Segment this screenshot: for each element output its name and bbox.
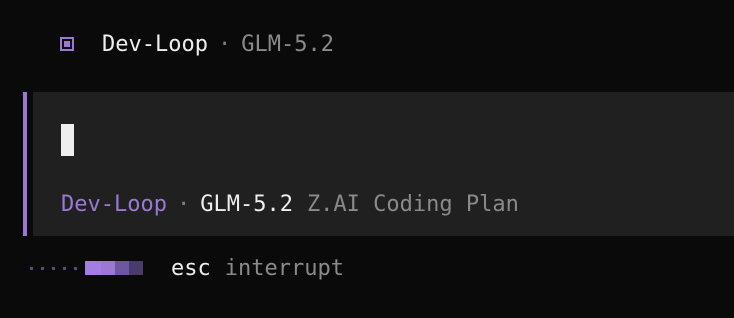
footer-hint-bar: esc interrupt (30, 252, 344, 284)
session-header: Dev-Loop · GLM-5.2 (60, 28, 334, 60)
header-model-name: GLM-5.2 (241, 31, 334, 57)
interrupt-action-label: interrupt (224, 255, 344, 281)
progress-spinner-icon (85, 261, 143, 275)
progress-dot (52, 266, 55, 270)
status-model-name[interactable]: GLM-5.2 (200, 192, 293, 217)
header-separator: · (217, 31, 232, 57)
progress-dot (63, 266, 66, 270)
progress-dot (30, 266, 33, 270)
text-cursor[interactable] (61, 124, 74, 156)
spinner-segment (101, 261, 115, 275)
prompt-input-box[interactable]: Dev-Loop · GLM-5.2 Z.AI Coding Plan (23, 92, 734, 236)
progress-dots (30, 266, 77, 270)
status-agent-name[interactable]: Dev-Loop (61, 192, 167, 217)
spinner-segment (85, 261, 101, 275)
prompt-accent-gap (27, 92, 33, 236)
prompt-status-line: Dev-Loop · GLM-5.2 Z.AI Coding Plan (61, 188, 519, 220)
spinner-segment (129, 261, 143, 275)
progress-dot (74, 266, 77, 270)
agent-square-icon (60, 37, 74, 51)
spinner-segment (115, 261, 129, 275)
status-provider-name: Z.AI Coding Plan (306, 191, 519, 217)
header-agent-name: Dev-Loop (102, 31, 208, 57)
status-separator: · (176, 191, 191, 217)
interrupt-key-label[interactable]: esc (171, 256, 211, 281)
progress-dot (41, 266, 44, 270)
